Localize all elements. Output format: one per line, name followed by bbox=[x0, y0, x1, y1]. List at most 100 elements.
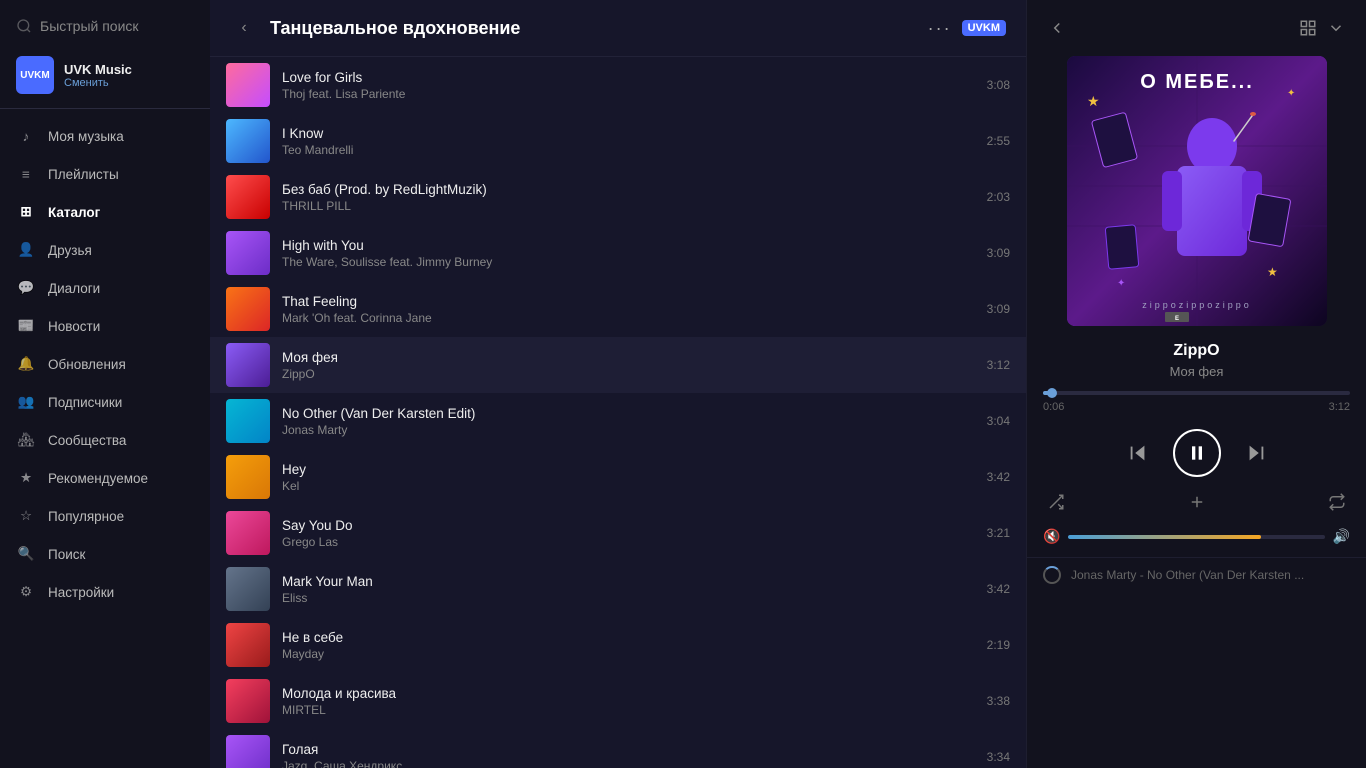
switch-account-link[interactable]: Сменить bbox=[64, 77, 132, 89]
volume-bar[interactable] bbox=[1068, 535, 1324, 539]
add-to-library-button[interactable] bbox=[1188, 493, 1206, 516]
sidebar-item-playlists[interactable]: ≡ Плейлисты bbox=[0, 155, 210, 193]
search-placeholder: Быстрый поиск bbox=[40, 18, 139, 34]
search-nav-icon: 🔍 bbox=[16, 544, 36, 564]
player-top-controls bbox=[1027, 0, 1366, 56]
pause-button[interactable] bbox=[1173, 429, 1221, 477]
profile-info: UVK Music Сменить bbox=[64, 62, 132, 89]
grid-icon: ⊞ bbox=[16, 202, 36, 222]
track-artist: Thoj feat. Lisa Pariente bbox=[282, 87, 975, 101]
sidebar-item-dialogs[interactable]: 💬 Диалоги bbox=[0, 269, 210, 307]
sidebar-item-catalog[interactable]: ⊞ Каталог bbox=[0, 193, 210, 231]
sidebar-item-recommended[interactable]: ★ Рекомендуемое bbox=[0, 459, 210, 497]
track-item[interactable]: Голая Jazq, Саша Хендрикс 3:34 bbox=[210, 729, 1026, 768]
skip-forward-icon bbox=[1245, 442, 1267, 464]
sidebar-item-label: Диалоги bbox=[48, 281, 100, 296]
back-button[interactable]: ‹ bbox=[230, 14, 258, 42]
track-title: Молода и красива bbox=[282, 686, 975, 701]
track-info: Без баб (Prod. by RedLightMuzik) THRILL … bbox=[282, 182, 975, 213]
track-item[interactable]: High with You The Ware, Soulisse feat. J… bbox=[210, 225, 1026, 281]
track-info: Моя фея ZippO bbox=[282, 350, 975, 381]
chevron-down-button[interactable] bbox=[1322, 14, 1350, 42]
sidebar-item-label: Настройки bbox=[48, 585, 114, 600]
track-info: Голая Jazq, Саша Хендрикс bbox=[282, 742, 975, 768]
svg-text:zippozippozippo: zippozippozippo bbox=[1142, 300, 1252, 310]
sidebar-item-communities[interactable]: 🏘 Сообщества bbox=[0, 421, 210, 459]
sidebar-item-popular[interactable]: ☆ Популярное bbox=[0, 497, 210, 535]
track-item[interactable]: Не в себе Mayday 2:19 bbox=[210, 617, 1026, 673]
more-options-button[interactable]: ··· bbox=[928, 18, 952, 39]
track-item[interactable]: Mark Your Man Eliss 3:42 bbox=[210, 561, 1026, 617]
sidebar-item-search[interactable]: 🔍 Поиск bbox=[0, 535, 210, 573]
next-track-button[interactable] bbox=[1245, 442, 1267, 464]
expand-button[interactable] bbox=[1294, 14, 1322, 42]
progress-times: 0:06 3:12 bbox=[1043, 401, 1350, 413]
track-thumbnail bbox=[226, 511, 270, 555]
track-item[interactable]: Молода и красива MIRTEL 3:38 bbox=[210, 673, 1026, 729]
avatar: UVKM bbox=[16, 56, 54, 94]
track-item[interactable]: No Other (Van Der Karsten Edit) Jonas Ma… bbox=[210, 393, 1026, 449]
track-title: Say You Do bbox=[282, 518, 975, 533]
shuffle-button[interactable] bbox=[1047, 493, 1065, 516]
track-artist: The Ware, Soulisse feat. Jimmy Burney bbox=[282, 255, 975, 269]
track-info: High with You The Ware, Soulisse feat. J… bbox=[282, 238, 975, 269]
player-progress[interactable]: 0:06 3:12 bbox=[1027, 391, 1366, 421]
uvkm-badge: UVKM bbox=[962, 20, 1006, 36]
header-actions: ··· UVKM bbox=[928, 18, 1006, 39]
progress-bar[interactable] bbox=[1043, 391, 1350, 395]
sidebar-item-label: Каталог bbox=[48, 205, 100, 220]
track-title: No Other (Van Der Karsten Edit) bbox=[282, 406, 975, 421]
next-up-bar[interactable]: Jonas Marty - No Other (Van Der Karsten … bbox=[1027, 557, 1366, 592]
loading-spinner bbox=[1043, 566, 1061, 584]
sidebar-item-settings[interactable]: ⚙ Настройки bbox=[0, 573, 210, 611]
track-title: Love for Girls bbox=[282, 70, 975, 85]
track-title: Голая bbox=[282, 742, 975, 757]
track-title: That Feeling bbox=[282, 294, 975, 309]
subscribers-icon: 👥 bbox=[16, 392, 36, 412]
track-item[interactable]: Без баб (Prod. by RedLightMuzik) THRILL … bbox=[210, 169, 1026, 225]
sidebar-item-my-music[interactable]: ♪ Моя музыка bbox=[0, 117, 210, 155]
track-item[interactable]: I Know Teo Mandrelli 2:55 bbox=[210, 113, 1026, 169]
progress-total: 3:12 bbox=[1329, 401, 1350, 413]
star-icon: ★ bbox=[16, 468, 36, 488]
community-icon: 🏘 bbox=[16, 430, 36, 450]
sidebar-item-news[interactable]: 📰 Новости bbox=[0, 307, 210, 345]
next-track-label: Jonas Marty - No Other (Van Der Karsten … bbox=[1071, 568, 1304, 582]
chat-icon: 💬 bbox=[16, 278, 36, 298]
updates-icon: 🔔 bbox=[16, 354, 36, 374]
repeat-button[interactable] bbox=[1328, 493, 1346, 516]
track-item[interactable]: Say You Do Grego Las 3:21 bbox=[210, 505, 1026, 561]
track-artist: Jazq, Саша Хендрикс bbox=[282, 759, 975, 768]
sidebar-item-label: Обновления bbox=[48, 357, 126, 372]
sidebar-item-updates[interactable]: 🔔 Обновления bbox=[0, 345, 210, 383]
track-item[interactable]: Моя фея ZippO 3:12 bbox=[210, 337, 1026, 393]
prev-track-button[interactable] bbox=[1127, 442, 1149, 464]
track-duration: 3:42 bbox=[987, 582, 1010, 596]
track-thumbnail bbox=[226, 735, 270, 768]
sidebar-nav: ♪ Моя музыка ≡ Плейлисты ⊞ Каталог 👤 Дру… bbox=[0, 117, 210, 611]
player-extra-controls bbox=[1027, 489, 1366, 528]
profile-name: UVK Music bbox=[64, 62, 132, 77]
track-duration: 3:34 bbox=[987, 750, 1010, 764]
track-item[interactable]: Hey Kel 3:42 bbox=[210, 449, 1026, 505]
track-item[interactable]: That Feeling Mark 'Oh feat. Corinna Jane… bbox=[210, 281, 1026, 337]
skip-back-icon bbox=[1127, 442, 1149, 464]
shuffle-icon bbox=[1047, 493, 1065, 511]
sidebar-item-friends[interactable]: 👤 Друзья bbox=[0, 231, 210, 269]
track-info: Hey Kel bbox=[282, 462, 975, 493]
chevron-left-icon bbox=[1048, 19, 1066, 37]
track-artist: Mark 'Oh feat. Corinna Jane bbox=[282, 311, 975, 325]
album-art-svg: ★ ✦ ★ ✦ О МЕБЕ... zippozippozippo E bbox=[1067, 56, 1327, 326]
track-item[interactable]: Love for Girls Thoj feat. Lisa Pariente … bbox=[210, 57, 1026, 113]
star-empty-icon: ☆ bbox=[16, 506, 36, 526]
track-thumbnail bbox=[226, 119, 270, 163]
track-title: Моя фея bbox=[282, 350, 975, 365]
sidebar-profile: UVKM UVK Music Сменить bbox=[0, 48, 210, 109]
sidebar-item-subscribers[interactable]: 👥 Подписчики bbox=[0, 383, 210, 421]
svg-text:✦: ✦ bbox=[1117, 278, 1125, 289]
search-bar[interactable]: Быстрый поиск bbox=[0, 12, 210, 48]
player-back-button[interactable] bbox=[1043, 14, 1071, 42]
track-thumbnail bbox=[226, 63, 270, 107]
track-info: I Know Teo Mandrelli bbox=[282, 126, 975, 157]
sidebar-item-label: Поиск bbox=[48, 547, 85, 562]
